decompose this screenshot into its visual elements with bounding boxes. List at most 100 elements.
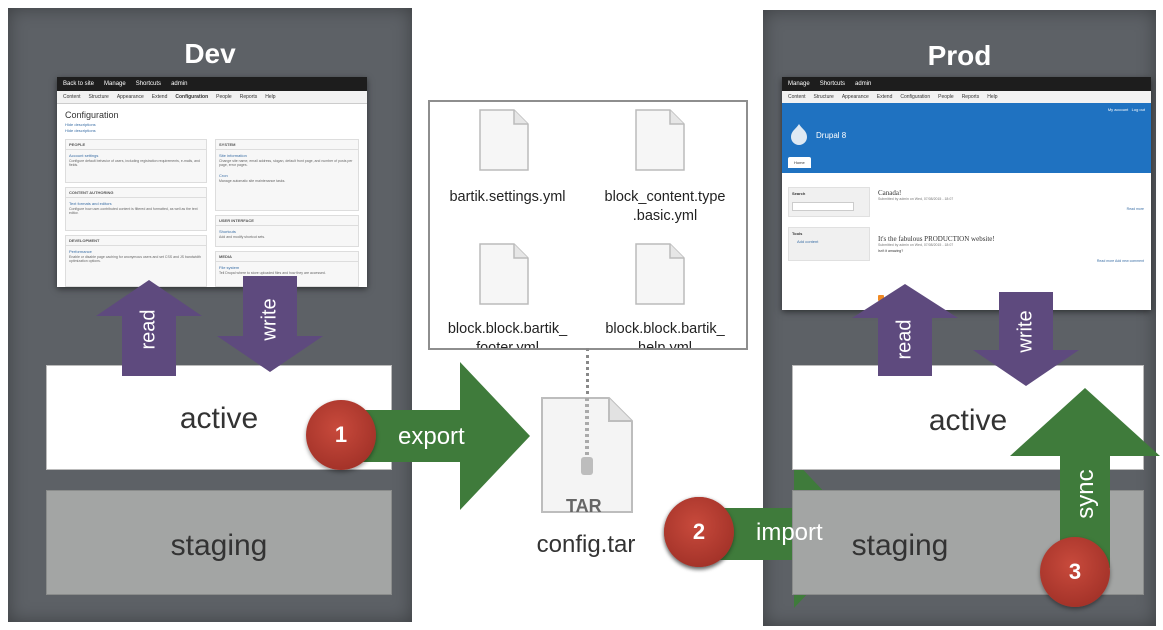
tab-configuration: Configuration (175, 94, 209, 100)
config-section-content-authoring: CONTENT AUTHORING Text formats and edito… (65, 187, 207, 231)
home-tab-label: Home (794, 160, 805, 165)
file-icon (635, 243, 685, 305)
section-desc: Tell Drupal where to store uploaded file… (219, 271, 326, 275)
file-icon (479, 109, 529, 171)
tab-structure: Structure (813, 94, 834, 100)
toolbar-manage: Manage (104, 81, 126, 87)
dev-read-label: read (137, 309, 160, 350)
home-tab: Home (788, 157, 811, 168)
section-item-cron: Cron (219, 173, 228, 178)
section-heading: PEOPLE (66, 140, 206, 150)
section-heading: MEDIA (216, 252, 358, 262)
tab-appearance: Appearance (841, 94, 869, 100)
site-name: Drupal 8 (816, 131, 847, 140)
drupal-logo-icon (791, 124, 807, 145)
post-title: Canada! (878, 189, 902, 197)
search-input (792, 202, 854, 211)
export-label: export (398, 423, 465, 450)
dev-write-label: write (258, 298, 281, 341)
prod-site-screenshot: Manage Shortcuts admin Content Structure… (782, 77, 1151, 310)
dev-admin-tabs: Content Structure Appearance Extend Conf… (57, 91, 367, 104)
step-1-badge: 1 (306, 400, 376, 470)
dotted-connector (586, 348, 589, 400)
dev-admin-screenshot: Back to site Manage Shortcuts admin Cont… (57, 77, 367, 287)
toolbar-back-to-site: Back to site (63, 81, 95, 87)
tab-reports: Reports (961, 94, 980, 100)
log-out-link: Log out (1131, 107, 1145, 112)
import-label: import (756, 519, 823, 546)
tar-badge-text: TAR (566, 496, 602, 516)
tab-help: Help (987, 94, 998, 100)
file-label: block_content.type .basic.yml (604, 189, 726, 224)
tab-reports: Reports (239, 94, 258, 100)
post-title: It's the fabulous PRODUCTION website! (878, 235, 995, 243)
sync-label: sync (1072, 469, 1099, 519)
config-section-system: SYSTEM Site information Change site name… (215, 139, 359, 211)
section-item: Shortcuts (219, 229, 236, 234)
toolbar-user: admin (171, 81, 188, 87)
section-item: Site information (219, 153, 247, 158)
prod-read-label: read (893, 319, 916, 360)
post-production: It's the fabulous PRODUCTION website! Su… (878, 235, 1144, 263)
tab-people: People (938, 94, 954, 100)
section-heading: CONTENT AUTHORING (66, 188, 206, 198)
section-desc: Add and modify shortcut sets. (219, 235, 266, 239)
tools-block-title: Tools (792, 231, 803, 236)
toolbar-user: admin (855, 81, 872, 87)
prod-write-label: write (1014, 310, 1037, 353)
tab-content: Content (63, 94, 81, 100)
toolbar-manage: Manage (788, 81, 810, 87)
toolbar-shortcuts: Shortcuts (135, 81, 162, 87)
tab-structure: Structure (88, 94, 109, 100)
section-heading: DEVELOPMENT (66, 236, 206, 246)
step-2-number: 2 (692, 519, 706, 544)
add-content-link: Add content (797, 239, 819, 244)
section-desc: Enable or disable page caching for anony… (69, 255, 201, 263)
tar-filename: config.tar (536, 531, 636, 558)
search-block: Search (788, 187, 870, 217)
section-heading: SYSTEM (216, 140, 358, 150)
file-icon (635, 109, 685, 171)
file-label: block.block.bartik_ footer.yml (447, 321, 568, 350)
section-item: Performance (69, 249, 92, 254)
prod-title: Prod (927, 40, 992, 71)
prod-admin-toolbar: Manage Shortcuts admin (782, 77, 1151, 91)
section-desc: Configure default behavior of users, inc… (69, 159, 200, 167)
read-more-link: Read more (1126, 207, 1144, 211)
configuration-heading: Configuration (65, 110, 119, 120)
section-item: File system (219, 265, 240, 270)
tab-extend: Extend (876, 94, 893, 100)
section-item: Text formats and editors (69, 201, 112, 206)
toolbar-shortcuts: Shortcuts (819, 81, 846, 87)
step-3-badge: 3 (1040, 537, 1110, 607)
search-block-title: Search (792, 191, 806, 196)
config-files-listing: bartik.settings.yml block_content.type .… (428, 100, 748, 350)
dev-admin-toolbar: Back to site Manage Shortcuts admin (57, 77, 367, 91)
section-desc-cron: Manage automatic site maintenance tasks. (219, 179, 286, 183)
file-label: bartik.settings.yml (449, 189, 566, 205)
file-label: block.block.bartik_ help.yml (605, 321, 725, 350)
tab-people: People (216, 94, 232, 100)
dev-staging-label: staging (170, 529, 268, 562)
post-canada: Canada! Submitted by admin on Wed, 07/08… (878, 189, 1144, 211)
tab-help: Help (265, 94, 276, 100)
hide-descriptions-link-2: Hide descriptions (65, 128, 96, 133)
tab-configuration: Configuration (900, 94, 931, 100)
section-item: Account settings (69, 153, 99, 158)
section-heading: USER INTERFACE (216, 216, 358, 226)
step-2-badge-overlay: 2 (664, 497, 734, 567)
drupal-site-banner: My account Log out Drupal 8 Home (782, 103, 1151, 173)
account-links: My account Log out (1108, 107, 1145, 112)
config-section-people: PEOPLE Account settings Configure defaul… (65, 139, 207, 183)
tools-block: Tools Add content (788, 227, 870, 261)
my-account-link: My account (1107, 107, 1129, 112)
dev-staging-store: staging (46, 490, 392, 595)
section-desc: Change site name, email address, slogan,… (219, 159, 353, 167)
tab-appearance: Appearance (116, 94, 144, 100)
file-icon (479, 243, 529, 305)
post-links: Read more Add new comment (1096, 259, 1144, 263)
tab-content: Content (788, 94, 806, 100)
config-section-user-interface: USER INTERFACE Shortcuts Add and modify … (215, 215, 359, 247)
tab-extend: Extend (151, 94, 168, 100)
dev-title: Dev (184, 38, 236, 69)
